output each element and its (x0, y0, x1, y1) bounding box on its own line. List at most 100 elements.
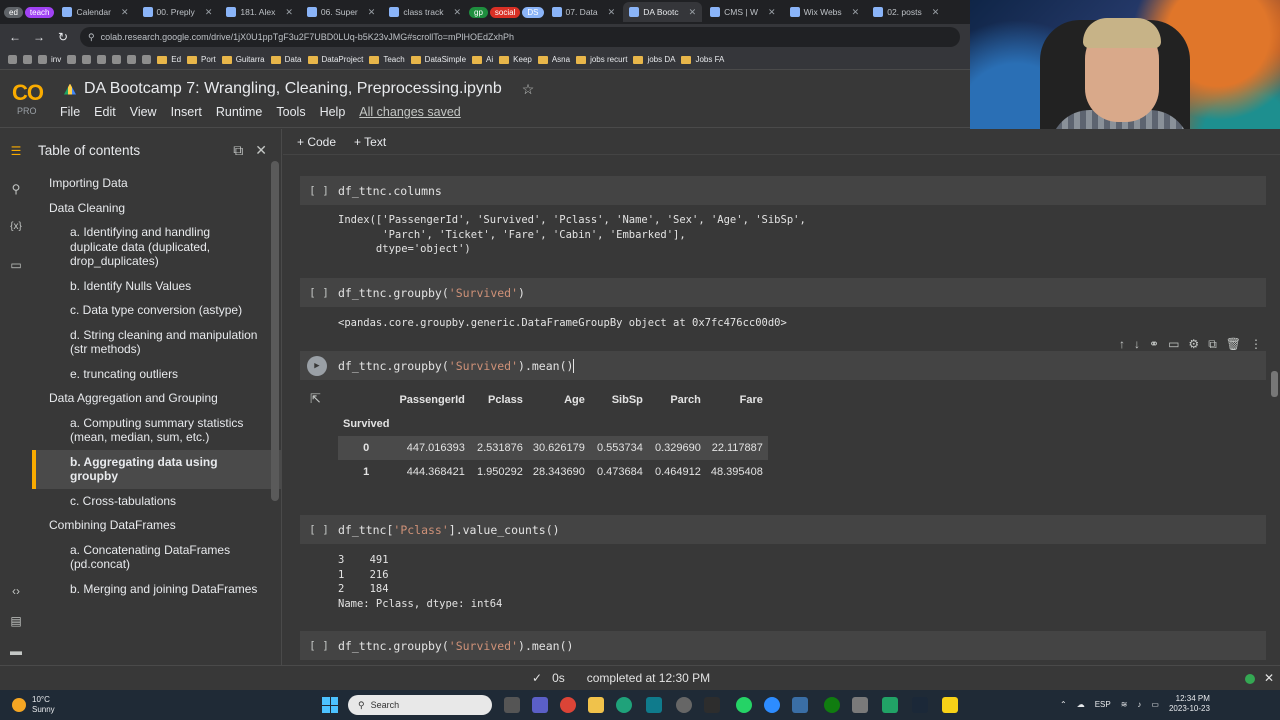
table-of-contents-icon[interactable]: ☰ (8, 143, 24, 159)
bookmark[interactable]: Asna (537, 55, 570, 64)
bookmark[interactable]: Ed (157, 55, 181, 64)
clock[interactable]: 12:34 PM 2023-10-23 (1169, 694, 1210, 714)
close-tab-icon[interactable]: ✕ (608, 7, 616, 18)
cell-execution-count[interactable]: [ ] (300, 184, 338, 197)
browser-tab[interactable]: DS (522, 2, 544, 22)
close-icon[interactable]: ✕ (1264, 671, 1274, 685)
browser-tab[interactable]: gp (469, 2, 488, 22)
pycharm-icon[interactable] (882, 697, 898, 713)
open-in-tab-icon[interactable]: ⧉ (233, 142, 243, 159)
app-icon[interactable] (852, 697, 868, 713)
teams-icon[interactable] (532, 697, 548, 713)
close-tab-icon[interactable]: ✕ (285, 7, 293, 18)
close-icon[interactable]: ✕ (255, 142, 267, 159)
bookmark[interactable]: DataProject (307, 55, 363, 64)
move-up-icon[interactable]: ↑ (1119, 337, 1125, 352)
bookmark[interactable] (142, 55, 152, 64)
menu-runtime[interactable]: Runtime (216, 105, 263, 119)
browser-tab[interactable]: CMS | W ✕ (704, 2, 781, 22)
more-icon[interactable]: ⋮ (1250, 337, 1262, 352)
file-explorer-icon[interactable] (588, 697, 604, 713)
language-indicator[interactable]: ESP (1095, 700, 1111, 709)
close-tab-icon[interactable]: ✕ (453, 7, 461, 18)
bookmark[interactable]: Ai (472, 55, 493, 64)
browser-tab[interactable]: 181. Alex ✕ (220, 2, 299, 22)
code-cell-active[interactable]: ▶ df_ttnc.groupby('Survived').mean() ⇱ Pa… (300, 351, 1266, 484)
close-tab-icon[interactable]: ✕ (768, 7, 776, 18)
toc-item[interactable]: e. truncating outliers (32, 362, 281, 387)
toc-item[interactable]: c. Data type conversion (astype) (32, 298, 281, 323)
toc-item[interactable]: c. Cross-tabulations (32, 489, 281, 514)
runtime-status-icon[interactable] (1245, 674, 1255, 684)
chrome-icon[interactable] (560, 697, 576, 713)
steam-icon[interactable] (912, 697, 928, 713)
browser-tab[interactable]: 06. Super ✕ (301, 2, 381, 22)
code-editor[interactable]: [ ] df_ttnc.groupby('Survived').mean() (300, 631, 1266, 660)
notebook-title[interactable]: DA Bootcamp 7: Wrangling, Cleaning, Prep… (84, 80, 502, 98)
code-cell[interactable]: [ ] df_ttnc.groupby('Survived') <pandas.c… (300, 278, 1266, 331)
battery-icon[interactable]: ▭ (1151, 700, 1159, 709)
close-tab-icon[interactable]: ✕ (932, 7, 940, 18)
bookmark[interactable]: Keep (499, 55, 532, 64)
menu-tools[interactable]: Tools (276, 105, 305, 119)
command-palette-icon[interactable]: ▤ (8, 613, 24, 629)
reload-icon[interactable]: ↻ (56, 30, 70, 44)
forward-icon[interactable]: → (32, 30, 46, 44)
bookmark[interactable]: jobs recurt (576, 55, 627, 64)
close-tab-icon[interactable]: ✕ (852, 7, 860, 18)
weather-widget[interactable]: 10°C Sunny (0, 695, 55, 715)
folder-icon[interactable]: ▭ (8, 257, 24, 273)
browser-tab[interactable]: ed (4, 2, 23, 22)
toc-item[interactable]: b. Identify Nulls Values (32, 274, 281, 299)
browser-tab[interactable]: social (489, 2, 521, 22)
toc-item[interactable]: Importing Data (32, 171, 281, 196)
bookmark[interactable]: Guitarra (221, 55, 265, 64)
bookmark[interactable]: Jobs FA (681, 55, 724, 64)
xbox-icon[interactable] (824, 697, 840, 713)
terminal-app-icon[interactable] (646, 697, 662, 713)
menu-file[interactable]: File (60, 105, 80, 119)
code-cell[interactable]: [ ] df_ttnc.groupby('Survived').mean() (300, 631, 1266, 660)
execution-status[interactable]: completed at 12:30 PM (587, 671, 710, 685)
code-editor[interactable]: [ ] df_ttnc['Pclass'].value_counts() (300, 515, 1266, 544)
toc-item[interactable]: a. Identifying and handling duplicate da… (32, 220, 281, 274)
terminal-icon[interactable]: ▬ (8, 643, 24, 659)
gear-icon[interactable]: ⚙ (1188, 337, 1199, 352)
back-icon[interactable]: ← (8, 30, 22, 44)
bookmark[interactable]: DataSimple (410, 55, 466, 64)
browser-tab[interactable]: teach (24, 2, 55, 22)
cell-execution-count[interactable]: [ ] (300, 286, 338, 299)
link-icon[interactable]: ⚭ (1149, 337, 1159, 352)
browser-tab[interactable]: DA Bootc ✕ (623, 2, 703, 22)
code-cell[interactable]: [ ] df_ttnc['Pclass'].value_counts() 3 49… (300, 515, 1266, 611)
variables-icon[interactable]: {x} (8, 219, 24, 235)
code-snippets-icon[interactable]: ‹› (8, 583, 24, 599)
close-tab-icon[interactable]: ✕ (689, 7, 697, 18)
comment-icon[interactable]: ▭ (1168, 337, 1179, 352)
bookmark[interactable]: Data (270, 55, 302, 64)
move-down-icon[interactable]: ↓ (1134, 337, 1140, 352)
code-editor[interactable]: ▶ df_ttnc.groupby('Survived').mean() (300, 351, 1266, 380)
toc-item[interactable]: Combining DataFrames (32, 513, 281, 538)
bookmark[interactable] (97, 55, 107, 64)
bookmark[interactable]: Port (187, 55, 216, 64)
output-actions-icon[interactable]: ⇱ (310, 391, 321, 407)
menu-view[interactable]: View (130, 105, 157, 119)
app-icon[interactable] (792, 697, 808, 713)
site-info-icon[interactable]: ⚲ (88, 32, 95, 43)
add-text-button[interactable]: + Text (354, 135, 386, 149)
browser-tab[interactable]: Wix Webs ✕ (784, 2, 866, 22)
toc-item[interactable]: b. Aggregating data using groupby (32, 449, 281, 489)
cell-execution-count[interactable]: [ ] (300, 523, 338, 536)
whatsapp-icon[interactable] (736, 697, 752, 713)
colab-logo[interactable]: CO PRO (12, 80, 48, 116)
bookmark[interactable] (112, 55, 122, 64)
bookmark[interactable] (127, 55, 137, 64)
bookmark[interactable] (67, 55, 77, 64)
zoom-icon[interactable] (764, 697, 780, 713)
browser-tab[interactable]: 00. Preply ✕ (137, 2, 219, 22)
close-tab-icon[interactable]: ✕ (368, 7, 376, 18)
github-icon[interactable] (676, 697, 692, 713)
code-cell[interactable]: [ ] df_ttnc.columns Index(['PassengerId',… (300, 176, 1266, 257)
close-tab-icon[interactable]: ✕ (205, 7, 213, 18)
